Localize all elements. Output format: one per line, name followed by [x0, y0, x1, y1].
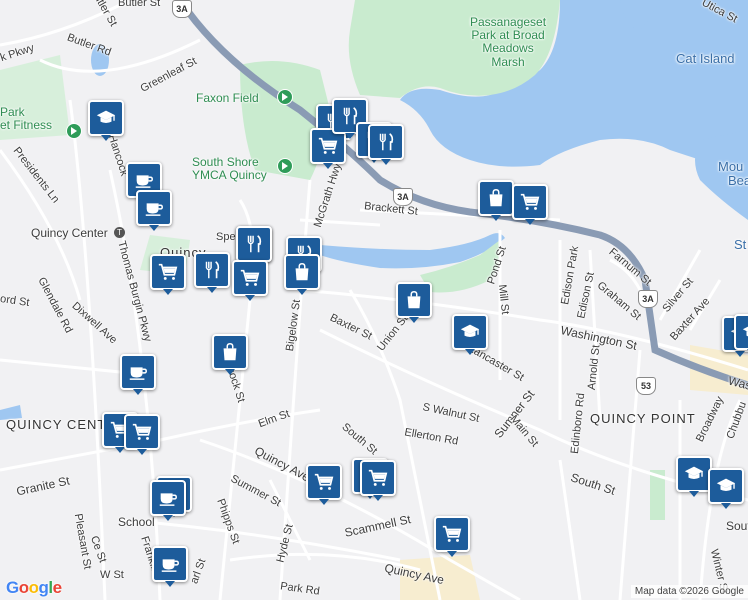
street-label: W St	[100, 569, 124, 581]
park-marker-icon[interactable]	[277, 158, 293, 174]
street-label: South	[726, 519, 748, 533]
restaurant-icon	[201, 259, 223, 281]
school-icon	[683, 463, 705, 485]
park-marker-icon[interactable]	[277, 89, 293, 105]
school-icon	[715, 475, 737, 497]
area-label-quincy-center: Quincy Center	[31, 226, 108, 240]
map-marker-shopping-cart[interactable]	[150, 254, 186, 295]
restaurant-icon	[243, 233, 265, 255]
coffee-icon	[157, 487, 179, 509]
coffee-icon	[133, 169, 155, 191]
shopping-cart-icon	[313, 471, 335, 493]
map-marker-shopping-cart[interactable]	[124, 414, 160, 455]
shopping-cart-icon	[317, 135, 339, 157]
map-canvas[interactable]: 3A 3A 3A 53 T Quincy Center Quincy QUINC…	[0, 0, 748, 600]
area-label-quincy-point: QUINCY POINT	[590, 411, 696, 426]
route-53-shield: 53	[636, 377, 656, 395]
map-marker-coffee[interactable]	[120, 354, 156, 395]
map-marker-shopping-bag[interactable]	[478, 180, 514, 221]
map-marker-shopping-cart[interactable]	[306, 464, 342, 505]
coffee-icon	[143, 197, 165, 219]
restaurant-icon	[375, 131, 397, 153]
shopping-bag-icon	[219, 341, 241, 363]
school-icon	[459, 321, 481, 343]
water-label-st: St	[734, 237, 747, 252]
map-attribution[interactable]: Map data ©2026 Google	[630, 585, 748, 598]
water-label-mou: Mou	[718, 159, 744, 174]
map-marker-shopping-cart[interactable]	[512, 184, 548, 225]
map-marker-coffee[interactable]	[152, 546, 188, 587]
shopping-cart-icon	[157, 261, 179, 283]
coffee-icon	[159, 553, 181, 575]
map-marker-restaurant[interactable]	[194, 252, 230, 293]
map-marker-school[interactable]	[734, 314, 748, 355]
map-marker-shopping-bag[interactable]	[396, 282, 432, 323]
google-logo: Google	[6, 578, 62, 597]
coffee-icon	[127, 361, 149, 383]
shopping-cart-icon	[441, 523, 463, 545]
park-label-ymca: South Shore YMCA Quincy	[192, 155, 267, 183]
map-marker-shopping-cart[interactable]	[232, 260, 268, 301]
shopping-bag-icon	[485, 187, 507, 209]
shopping-cart-icon	[367, 467, 389, 489]
shopping-cart-icon	[239, 267, 261, 289]
map-marker-coffee[interactable]	[150, 480, 186, 521]
map-marker-school[interactable]	[676, 456, 712, 497]
map-marker-coffee[interactable]	[136, 190, 172, 231]
school-icon	[741, 321, 748, 343]
map-marker-school[interactable]	[708, 468, 744, 509]
street-label: Mill St	[495, 283, 512, 315]
shopping-bag-icon	[291, 261, 313, 283]
map-marker-school[interactable]	[88, 100, 124, 141]
map-base	[0, 0, 748, 600]
street-label: Butler St	[118, 0, 161, 9]
map-marker-shopping-cart[interactable]	[434, 516, 470, 557]
map-marker-restaurant[interactable]	[368, 124, 404, 165]
route-3a-shield: 3A	[172, 0, 192, 18]
park-label-faxon-field: Faxon Field	[196, 91, 259, 105]
map-marker-restaurant[interactable]	[236, 226, 272, 267]
map-marker-shopping-bag[interactable]	[212, 334, 248, 375]
map-marker-shopping-cart[interactable]	[360, 460, 396, 501]
route-3a-shield: 3A	[638, 290, 658, 308]
park-label-fitness: Park et Fitness	[0, 105, 53, 133]
map-marker-shopping-bag[interactable]	[284, 254, 320, 295]
shopping-cart-icon	[131, 421, 153, 443]
map-marker-school[interactable]	[452, 314, 488, 355]
park-marker-icon[interactable]	[66, 123, 82, 139]
street-label: Spe	[216, 231, 236, 243]
park-label-passanageset: Passanageset Park at Broad Meadows Marsh	[470, 15, 547, 69]
shopping-bag-icon	[403, 289, 425, 311]
street-label: School	[118, 515, 155, 529]
train-station-icon: T	[114, 227, 125, 238]
school-icon	[95, 107, 117, 129]
shopping-cart-icon	[519, 191, 541, 213]
water-label-bea: Bea	[728, 173, 748, 188]
water-label-cat-island: Cat Island	[676, 51, 735, 66]
